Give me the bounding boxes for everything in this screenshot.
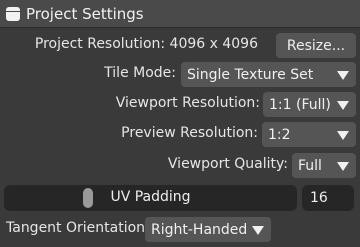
tile-mode-value: Single Texture Set (187, 66, 314, 83)
project-icon (6, 7, 20, 21)
tile-mode-dropdown[interactable]: Single Texture Set (181, 62, 356, 87)
chevron-down-icon (337, 131, 349, 140)
uv-padding-slider[interactable]: UV Padding (4, 185, 297, 211)
tangent-orientation-value: Right-Handed (151, 221, 248, 238)
viewport-quality-dropdown[interactable]: Full (292, 153, 356, 178)
preview-resolution-value: 1:2 (268, 126, 291, 143)
viewport-resolution-dropdown[interactable]: 1:1 (Full) (263, 92, 356, 117)
uv-padding-label: UV Padding (110, 189, 191, 205)
chevron-down-icon (337, 101, 349, 110)
preview-resolution-label: Preview Resolution: (121, 125, 258, 141)
chevron-down-icon (337, 162, 349, 171)
tangent-orientation-label: Tangent Orientation (6, 220, 146, 236)
uv-padding-value-field[interactable]: 16 (302, 185, 354, 211)
panel-titlebar[interactable]: Project Settings (0, 0, 360, 28)
viewport-resolution-label: Viewport Resolution: (115, 95, 260, 111)
chevron-down-icon (252, 226, 264, 235)
project-resolution-label: Project Resolution: 4096 x 4096 (34, 36, 258, 52)
tile-mode-label: Tile Mode: (104, 65, 176, 81)
viewport-quality-value: Full (298, 157, 322, 174)
panel-title: Project Settings (26, 5, 144, 23)
tangent-orientation-dropdown[interactable]: Right-Handed (145, 217, 271, 242)
chevron-down-icon (337, 71, 349, 80)
viewport-quality-label: Viewport Quality: (167, 156, 288, 172)
resize-button[interactable]: Resize... (276, 33, 356, 58)
viewport-resolution-value: 1:1 (Full) (269, 96, 331, 113)
preview-resolution-dropdown[interactable]: 1:2 (262, 122, 356, 147)
project-settings-panel: Project Settings Project Resolution: 409… (0, 0, 360, 247)
